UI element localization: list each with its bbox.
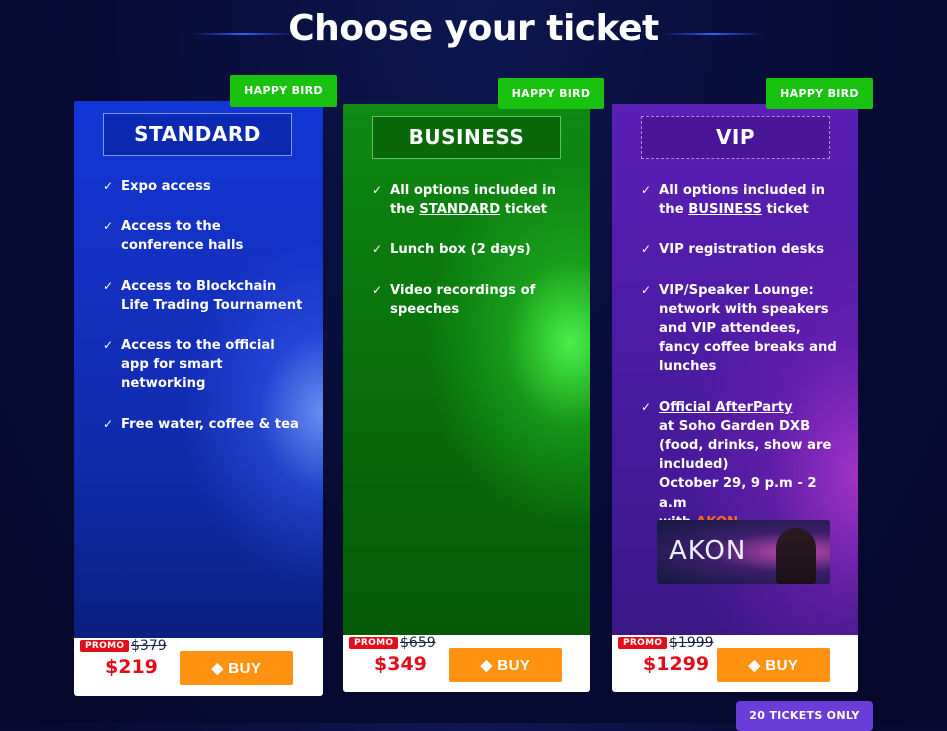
happy-bird-badge: HAPPY BIRD [766,78,873,109]
feature-item: ✓ Access to the official app for smart ne… [103,338,275,392]
current-price: $1299 [643,653,710,675]
feature-list: ✓ All options included in the BUSINESS ti… [641,181,841,553]
title-divider-right [663,33,763,35]
old-price: $1999 [669,635,714,651]
feature-item: ✓ All options included in the BUSINESS ti… [641,183,826,218]
check-icon: ✓ [641,282,652,297]
current-price: $349 [374,653,427,675]
promo-badge: PROMO [349,637,399,649]
buy-button-vip[interactable]: ◆ BUY [717,648,830,682]
price-box-standard: PROMO $379 $219 ◆ BUY [74,638,323,696]
tier-name: BUSINESS [372,116,561,159]
feature-item: ✓ Video recordings of speeches [372,282,536,317]
feature-item: ✓ Lunch box (2 days) [372,240,572,259]
check-icon: ✓ [103,219,114,234]
artist-photo [776,528,816,584]
promo-badge: PROMO [80,640,130,652]
feature-item-afterparty: ✓ Official AfterParty at Soho Garden DXB (f… [641,398,841,532]
ticket-icon: ◆ [480,657,498,674]
feature-list: ✓ Expo access ✓ Access to the conference h… [103,177,303,455]
old-price: $659 [400,635,436,651]
check-icon: ✓ [103,179,114,193]
price-box-business: PROMO $659 $349 ◆ BUY [343,635,590,692]
check-icon: ✓ [372,183,383,197]
promo-badge: PROMO [618,637,668,649]
feature-item: ✓ Expo access [103,177,303,196]
standard-ticket-link[interactable]: STANDARD [419,202,500,217]
page-title: Choose your ticket [288,8,659,49]
buy-button-business[interactable]: ◆ BUY [449,648,562,682]
limited-tickets-badge: 20 TICKETS ONLY [736,701,873,731]
feature-item: ✓ Access to Blockchain Life Trading Tourn… [103,278,303,313]
artist-image-text: AKON [669,536,747,566]
ticket-icon: ◆ [748,657,766,674]
feature-item: ✓ Free water, coffee & tea [103,415,303,434]
ticket-icon: ◆ [211,660,229,677]
ticket-card-vip: VIP ✓ All options included in the BUSINES… [612,104,858,635]
header: Choose your ticket [0,8,947,56]
tier-name: VIP [641,116,830,159]
old-price: $379 [131,638,167,654]
business-ticket-link[interactable]: BUSINESS [688,202,762,217]
feature-item: ✓ VIP registration desks [641,240,841,259]
current-price: $219 [105,656,158,678]
check-icon: ✓ [641,399,652,414]
feature-item: ✓ All options included in the STANDARD ti… [372,183,557,218]
check-icon: ✓ [103,278,114,293]
feature-list: ✓ All options included in the STANDARD ti… [372,181,572,340]
check-icon: ✓ [372,282,383,297]
ticket-card-business: BUSINESS ✓ All options included in the ST… [343,104,590,635]
price-box-vip: PROMO $1999 $1299 ◆ BUY [612,635,858,692]
feature-item: ✓ Access to the conference halls [103,219,244,254]
ticket-card-standard: STANDARD ✓ Expo access ✓ Access to the con… [74,101,323,638]
check-icon: ✓ [641,242,652,257]
happy-bird-badge: HAPPY BIRD [498,78,604,109]
check-icon: ✓ [103,338,114,353]
happy-bird-badge: HAPPY BIRD [230,75,337,107]
afterparty-link[interactable]: Official AfterParty [659,400,793,415]
check-icon: ✓ [103,416,114,431]
tier-name: STANDARD [103,113,292,156]
check-icon: ✓ [641,183,652,197]
buy-button-standard[interactable]: ◆ BUY [180,651,293,685]
check-icon: ✓ [372,242,383,257]
artist-promo-image: AKON [657,520,830,584]
feature-item: ✓ VIP/Speaker Lounge: network with speake… [641,282,837,375]
